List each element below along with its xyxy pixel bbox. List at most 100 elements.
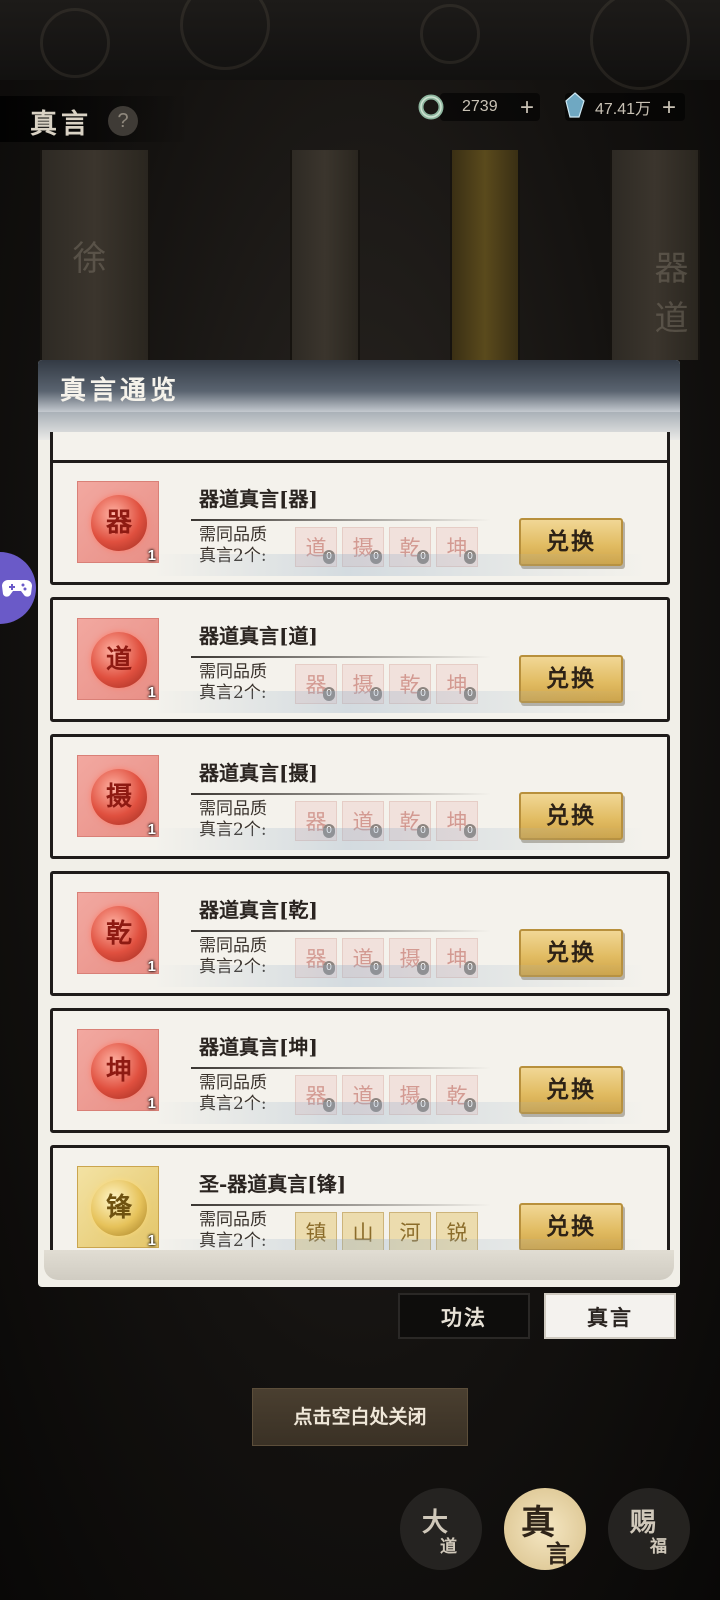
blue-crystal-icon (565, 92, 585, 118)
required-zhenyan-slot[interactable]: 锐 (436, 1212, 478, 1250)
required-zhenyan-slot[interactable]: 乾0 (389, 801, 431, 841)
add-crystal-button[interactable]: + (662, 96, 676, 120)
required-zhenyan-count: 0 (417, 1098, 429, 1112)
required-zhenyan-slot[interactable]: 乾0 (389, 664, 431, 704)
required-zhenyan-glyph: 器 (305, 673, 327, 697)
nav-zhenyan[interactable]: 真 言 (504, 1488, 586, 1570)
page-title: 真言 (30, 109, 92, 140)
required-zhenyan-slot[interactable]: 坤0 (436, 527, 478, 567)
zhenyan-owned-count: 1 (147, 684, 156, 701)
exchange-button[interactable]: 兑换 (519, 929, 623, 977)
required-zhenyan-slot[interactable]: 摄0 (342, 664, 384, 704)
add-jade-button[interactable]: + (520, 96, 534, 120)
required-zhenyan-slot[interactable]: 器0 (295, 664, 337, 704)
required-zhenyan-slot[interactable]: 坤0 (436, 664, 478, 704)
required-zhenyan-glyph: 坤 (446, 673, 468, 697)
list-item: 道 1 器道真言[道] 需同品质 真言2个: 器 0 摄 0 乾 0 坤 0 兑换 (50, 597, 670, 722)
list-item: 摄 1 器道真言[摄] 需同品质 真言2个: 器 0 道 0 乾 0 坤 0 兑换 (50, 734, 670, 859)
required-zhenyan-count: 0 (417, 687, 429, 701)
required-zhenyan-count: 0 (370, 961, 382, 975)
required-zhenyan-slot[interactable]: 坤0 (436, 938, 478, 978)
required-zhenyan-slot[interactable]: 摄0 (389, 1075, 431, 1115)
currency-jade-value: 2739 (462, 98, 498, 115)
requirement-slots: 器0道0摄0坤0 (295, 938, 478, 978)
required-zhenyan-glyph: 河 (399, 1221, 421, 1245)
exchange-button[interactable]: 兑换 (519, 518, 623, 566)
zhenyan-owned-count: 1 (147, 547, 156, 564)
required-zhenyan-count: 0 (464, 687, 476, 701)
required-zhenyan-slot[interactable]: 镇 (295, 1212, 337, 1250)
nav-cifu[interactable]: 赐 福 (608, 1488, 690, 1570)
zhenyan-item-icon[interactable]: 乾1 (77, 892, 159, 975)
zhenyan-owned-count: 1 (147, 821, 156, 838)
divider (191, 930, 491, 932)
list-item: 器 1 器道真言[器] 需同品质 真言2个: 道 0 摄 0 乾 0 坤 0 兑换 (50, 460, 670, 585)
zhenyan-orb-icon: 道 (91, 632, 147, 688)
required-zhenyan-count: 0 (323, 1098, 335, 1112)
required-zhenyan-count: 0 (417, 961, 429, 975)
zhenyan-orb-glyph: 乾 (105, 919, 132, 949)
zhenyan-orb-icon: 坤 (91, 1043, 147, 1099)
nav-dadao[interactable]: 大 道 (400, 1488, 482, 1570)
requirement-label: 需同品质 真言2个: (199, 799, 267, 840)
required-zhenyan-count: 0 (323, 961, 335, 975)
zhenyan-name: 器道真言[摄] (199, 761, 318, 785)
help-button[interactable]: ? (108, 106, 138, 136)
zhenyan-orb-icon: 器 (91, 495, 147, 551)
exchange-button[interactable]: 兑换 (519, 792, 623, 840)
required-zhenyan-slot[interactable]: 道0 (342, 1075, 384, 1115)
required-zhenyan-slot[interactable]: 河 (389, 1212, 431, 1250)
required-zhenyan-count: 0 (323, 824, 335, 838)
required-zhenyan-glyph: 坤 (446, 810, 468, 834)
exchange-button[interactable]: 兑换 (519, 1066, 623, 1114)
zhenyan-item-icon[interactable]: 器1 (77, 481, 159, 564)
exchange-button[interactable]: 兑换 (519, 1203, 623, 1250)
bg-glyph: 徐 (66, 240, 106, 274)
required-zhenyan-glyph: 乾 (446, 1084, 468, 1108)
close-hint-button[interactable]: 点击空白处关闭 (252, 1388, 468, 1446)
required-zhenyan-glyph: 乾 (399, 810, 421, 834)
zhenyan-item-icon[interactable]: 摄1 (77, 755, 159, 838)
tab-gongfa[interactable]: 功法 (398, 1293, 530, 1339)
required-zhenyan-glyph: 镇 (305, 1221, 327, 1245)
required-zhenyan-glyph: 山 (352, 1221, 374, 1245)
required-zhenyan-slot[interactable]: 道0 (342, 801, 384, 841)
requirement-slots: 器0道0乾0坤0 (295, 801, 478, 841)
required-zhenyan-slot[interactable]: 坤0 (436, 801, 478, 841)
required-zhenyan-glyph: 摄 (399, 947, 421, 971)
zhenyan-owned-count: 1 (147, 1232, 156, 1249)
required-zhenyan-count: 0 (417, 550, 429, 564)
required-zhenyan-slot[interactable]: 乾0 (389, 527, 431, 567)
nav-dadao-sub: 道 (440, 1537, 457, 1557)
required-zhenyan-slot[interactable]: 道0 (295, 527, 337, 567)
required-zhenyan-slot[interactable]: 器0 (295, 1075, 337, 1115)
zhenyan-list[interactable]: 器 1 器道真言[器] 需同品质 真言2个: 道 0 摄 0 乾 0 坤 0 兑换道 1 器道真言[道] 需同… (50, 432, 670, 1250)
required-zhenyan-glyph: 道 (352, 947, 374, 971)
required-zhenyan-slot[interactable]: 摄0 (342, 527, 384, 567)
required-zhenyan-count: 0 (370, 1098, 382, 1112)
required-zhenyan-glyph: 乾 (399, 673, 421, 697)
tab-zhenyan[interactable]: 真言 (544, 1293, 676, 1339)
required-zhenyan-slot[interactable]: 道0 (342, 938, 384, 978)
zhenyan-item-icon[interactable]: 锋1 (77, 1166, 159, 1249)
zhenyan-item-icon[interactable]: 坤1 (77, 1029, 159, 1112)
required-zhenyan-glyph: 乾 (399, 536, 421, 560)
zhenyan-item-icon[interactable]: 道1 (77, 618, 159, 701)
required-zhenyan-slot[interactable]: 器0 (295, 801, 337, 841)
required-zhenyan-slot[interactable]: 山 (342, 1212, 384, 1250)
required-zhenyan-count: 0 (417, 824, 429, 838)
required-zhenyan-glyph: 摄 (352, 536, 374, 560)
top-cloud-banner (0, 0, 720, 90)
list-item: 坤 1 器道真言[坤] 需同品质 真言2个: 器 0 道 0 摄 0 乾 0 兑换 (50, 1008, 670, 1133)
required-zhenyan-slot[interactable]: 摄0 (389, 938, 431, 978)
list-item: 乾 1 器道真言[乾] 需同品质 真言2个: 器 0 道 0 摄 0 坤 0 兑换 (50, 871, 670, 996)
required-zhenyan-slot[interactable]: 器0 (295, 938, 337, 978)
required-zhenyan-slot[interactable]: 乾0 (436, 1075, 478, 1115)
bg-glyph: 道 (648, 300, 688, 334)
divider (191, 1067, 491, 1069)
exchange-button[interactable]: 兑换 (519, 655, 623, 703)
zhenyan-overview-dialog: 真言通览 器 1 器道真言[器] 需同品质 真言2个: 道 0 摄 0 乾 0 坤 0 兑换道 1 器道真言… (38, 360, 680, 1287)
zhenyan-owned-count: 1 (147, 958, 156, 975)
list-item: 锋 1 圣-器道真言[锋] 需同品质 真言2个: 镇 山 河 锐 兑换 (50, 1145, 670, 1250)
header-bar (0, 96, 190, 142)
